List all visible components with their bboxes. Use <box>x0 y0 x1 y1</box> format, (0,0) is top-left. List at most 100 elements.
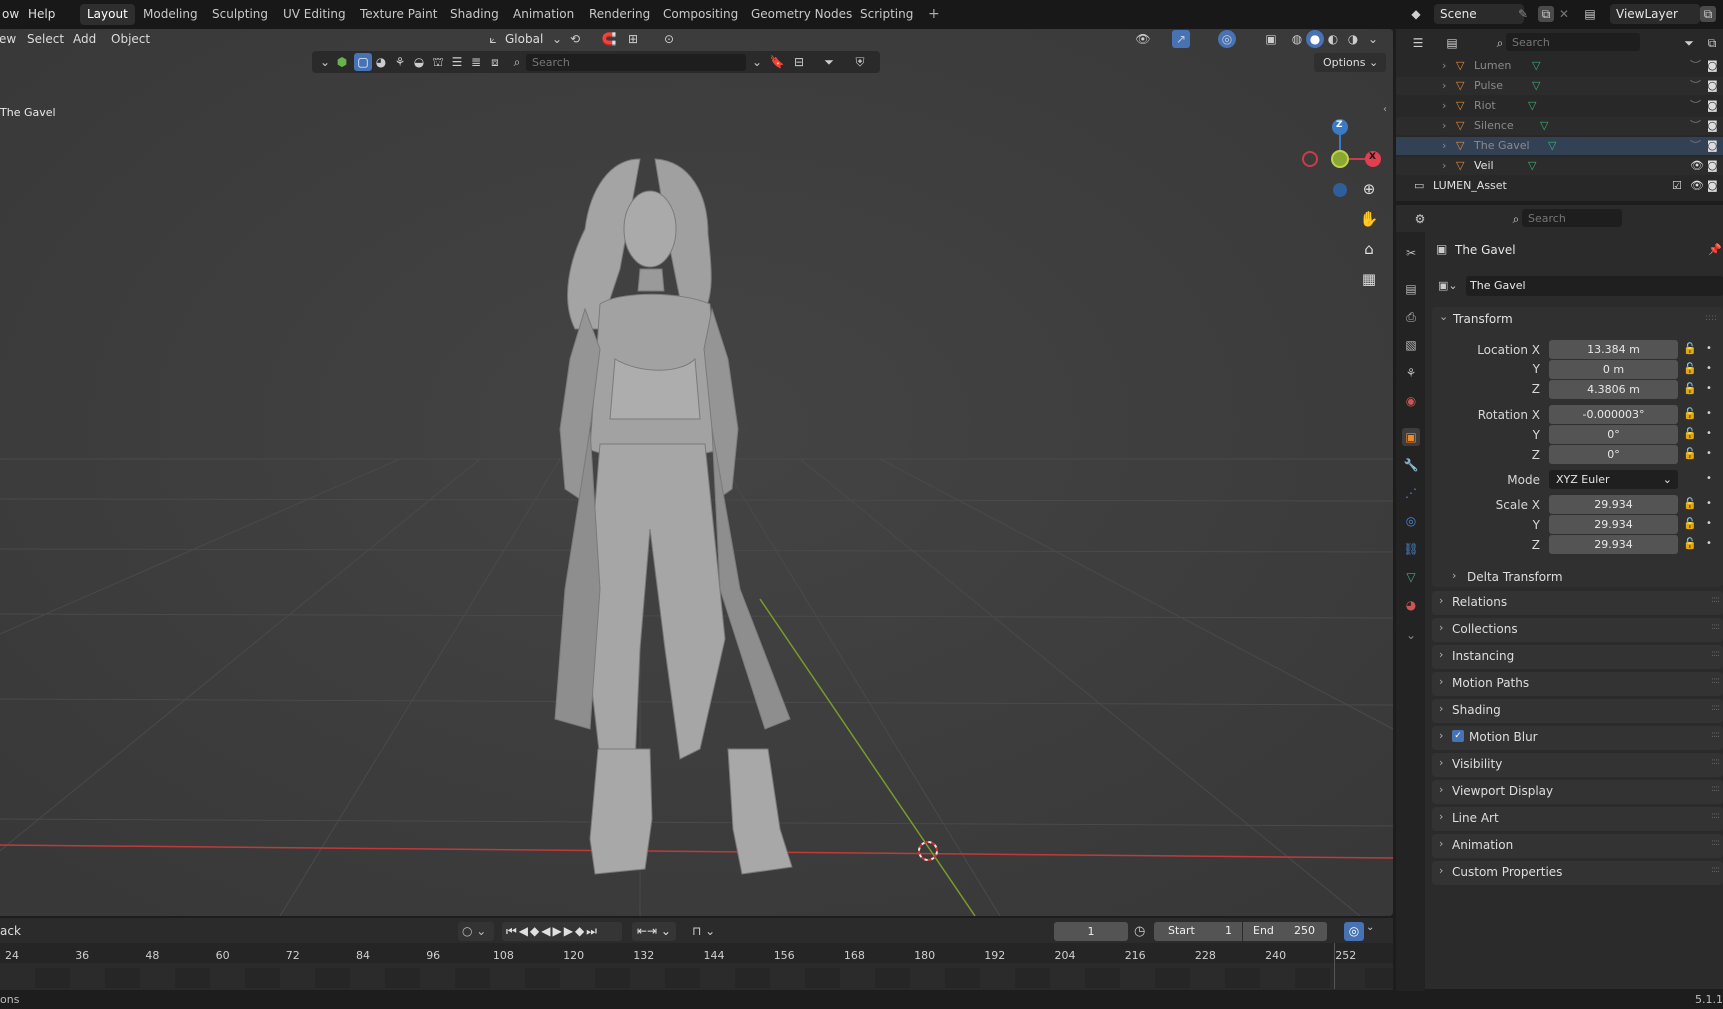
tab-sculpting[interactable]: Sculpting <box>205 4 275 25</box>
lock-icon[interactable]: 🔓 <box>1683 427 1697 440</box>
new-collection-icon[interactable]: ⧉ <box>1704 35 1720 51</box>
mesh-data-icon[interactable]: ▽ <box>1540 117 1548 135</box>
menu-window[interactable]: ow <box>0 5 23 24</box>
camera-icon[interactable]: ◙ <box>1707 57 1718 75</box>
lock-icon[interactable]: 🔓 <box>1683 382 1697 395</box>
rotation-x-field[interactable]: -0.000003° <box>1549 405 1678 424</box>
view-layer-selector[interactable]: ViewLayer <box>1610 4 1700 24</box>
drag-handle[interactable]: :::: <box>1705 313 1717 323</box>
paint-icon[interactable]: ⚘ <box>391 53 409 71</box>
scene-icon[interactable]: ◆ <box>1408 6 1424 22</box>
drag-handle[interactable]: :::: <box>1711 811 1720 821</box>
eye-closed-icon[interactable]: ︶ <box>1690 97 1701 115</box>
snap-icon[interactable]: 🧲 <box>600 30 618 48</box>
outliner-item[interactable]: › ▽ Pulse ▽ ︶ ◙ <box>1396 77 1723 95</box>
clock-icon[interactable]: ◷ <box>1134 922 1154 941</box>
motion-blur-checkbox[interactable]: ✓ <box>1452 730 1464 742</box>
panel-collections[interactable]: › Collections:::: <box>1432 618 1723 642</box>
zoom-icon[interactable]: ⊕ <box>1356 176 1382 202</box>
object-tab-icon[interactable]: ▣ <box>1402 428 1420 446</box>
tab-compositing[interactable]: Compositing <box>656 4 745 25</box>
material-shading-icon[interactable]: ◐ <box>1324 30 1342 48</box>
overlay-toggle-icon[interactable]: ◎ <box>1218 30 1236 48</box>
checkbox-icon[interactable]: ☑ <box>1672 177 1682 195</box>
asset-icon[interactable]: ⬢ <box>333 53 351 71</box>
location-y-field[interactable]: 0 m <box>1549 360 1678 379</box>
3d-viewport[interactable]: ew Select Add Object ⟀ Global ⌄ ⟲ 🧲 ⊞ ⊙ … <box>0 29 1393 916</box>
chevron-right-icon[interactable]: › <box>1439 783 1443 796</box>
tab-geometry-nodes[interactable]: Geometry Nodes <box>744 4 859 25</box>
collection-row[interactable]: ▭ LUMEN_Asset ☑ 👁 ◙ <box>1396 177 1723 195</box>
keyframe-dot-icon[interactable]: • <box>1706 538 1712 549</box>
camera-icon[interactable]: ⌂ <box>1356 236 1382 262</box>
eye-closed-icon[interactable]: ︶ <box>1690 77 1701 95</box>
chevron-down-icon[interactable]: ⌄ <box>1366 922 1374 933</box>
panel-motion-paths[interactable]: › Motion Paths:::: <box>1432 672 1723 696</box>
panel-line-art[interactable]: › Line Art:::: <box>1432 807 1723 831</box>
menu-select[interactable]: Select <box>22 29 69 49</box>
menu-view[interactable]: ew <box>0 29 21 49</box>
chevron-right-icon[interactable]: › <box>1439 729 1443 742</box>
mesh-data-icon[interactable]: ▽ <box>1532 77 1540 95</box>
mesh-data-icon[interactable]: ▽ <box>1528 97 1536 115</box>
material-icon[interactable]: ◒ <box>410 53 428 71</box>
drag-handle[interactable]: :::: <box>1711 676 1720 686</box>
playback-controls[interactable]: ⏮◀◆◀▶▶◆⏭ <box>502 922 622 941</box>
mesh-data-icon[interactable]: ▽ <box>1528 157 1536 175</box>
properties-type-icon[interactable]: ⚙ <box>1412 211 1428 227</box>
camera-icon[interactable]: ◙ <box>1707 137 1718 155</box>
drag-handle[interactable]: :::: <box>1711 865 1720 875</box>
tab-layout[interactable]: Layout <box>80 4 135 25</box>
sidebar-toggle-icon[interactable]: ‹ <box>1383 104 1387 115</box>
outliner-item[interactable]: › ▽ Silence ▽ ︶ ◙ <box>1396 117 1723 135</box>
tab-uv-editing[interactable]: UV Editing <box>276 4 353 25</box>
outliner-item[interactable]: › ▽ Lumen ▽ ︶ ◙ <box>1396 57 1723 75</box>
scene-selector[interactable]: Scene <box>1434 4 1524 24</box>
camera-icon[interactable]: ◙ <box>1707 117 1718 135</box>
menu-help[interactable]: Help <box>24 5 59 24</box>
scale-x-field[interactable]: 29.934 <box>1549 495 1678 514</box>
delta-transform-subpanel[interactable]: Delta Transform <box>1467 570 1563 584</box>
chevron-down-icon[interactable]: ⌄ <box>316 53 334 71</box>
eye-closed-icon[interactable]: ︶ <box>1690 117 1701 135</box>
location-x-field[interactable]: 13.384 m <box>1549 340 1678 359</box>
new-view-layer-icon[interactable]: ⧉ <box>1700 6 1716 22</box>
drag-handle[interactable]: :::: <box>1711 649 1720 659</box>
drag-handle[interactable]: :::: <box>1711 703 1720 713</box>
panel-shading[interactable]: › Shading:::: <box>1432 699 1723 723</box>
particles-tab-icon[interactable]: ⋰ <box>1402 484 1420 502</box>
visibility-icon[interactable]: 👁 <box>1134 30 1152 48</box>
display-mode-icon[interactable]: ▤ <box>1444 35 1460 51</box>
eye-closed-icon[interactable]: ︶ <box>1690 137 1701 155</box>
outliner-item[interactable]: › ▽ The Gavel ▽ ︶ ◙ <box>1396 137 1723 155</box>
scale-z-field[interactable]: 29.934 <box>1549 535 1678 554</box>
camera-icon[interactable]: ◙ <box>1707 157 1718 175</box>
tab-shading[interactable]: Shading <box>443 4 506 25</box>
keyframe-dot-icon[interactable]: • <box>1706 448 1712 459</box>
chevron-right-icon[interactable]: › <box>1442 117 1446 135</box>
keyframe-dot-icon[interactable]: • <box>1706 408 1712 419</box>
mesh-data-icon[interactable]: ▽ <box>1532 57 1540 75</box>
sync-icon[interactable]: ◎ <box>1344 922 1364 941</box>
world-tab-icon[interactable]: ◉ <box>1402 392 1420 410</box>
chevron-down-icon[interactable]: ⌄ <box>1439 310 1448 323</box>
chevron-right-icon[interactable]: › <box>1439 621 1443 634</box>
tool-tab-icon[interactable]: ✂ <box>1402 244 1420 262</box>
lock-icon[interactable]: 🔓 <box>1683 407 1697 420</box>
options-button[interactable]: Options ⌄ <box>1314 53 1386 72</box>
chevron-right-icon[interactable]: › <box>1442 57 1446 75</box>
stack-icon[interactable]: ≣ <box>467 53 485 71</box>
keying-toggle[interactable]: ○ ⌄ <box>458 922 494 941</box>
drag-handle[interactable]: :::: <box>1711 757 1720 767</box>
close-icon[interactable]: ✕ <box>1556 6 1572 22</box>
eye-icon[interactable]: 👁 <box>1690 157 1704 175</box>
bookmark-icon[interactable]: 🔖 <box>768 53 786 71</box>
current-frame-field[interactable]: 1 <box>1054 922 1128 941</box>
wireframe-shading-icon[interactable]: ◍ <box>1288 30 1306 48</box>
lock-icon[interactable]: 🔓 <box>1683 362 1697 375</box>
sphere-icon[interactable]: ◕ <box>372 53 390 71</box>
rotation-z-field[interactable]: 0° <box>1549 445 1678 464</box>
drag-handle[interactable]: :::: <box>1711 595 1720 605</box>
start-frame-field[interactable]: Start 1 <box>1154 922 1242 941</box>
xray-icon[interactable]: ▣ <box>1262 30 1280 48</box>
